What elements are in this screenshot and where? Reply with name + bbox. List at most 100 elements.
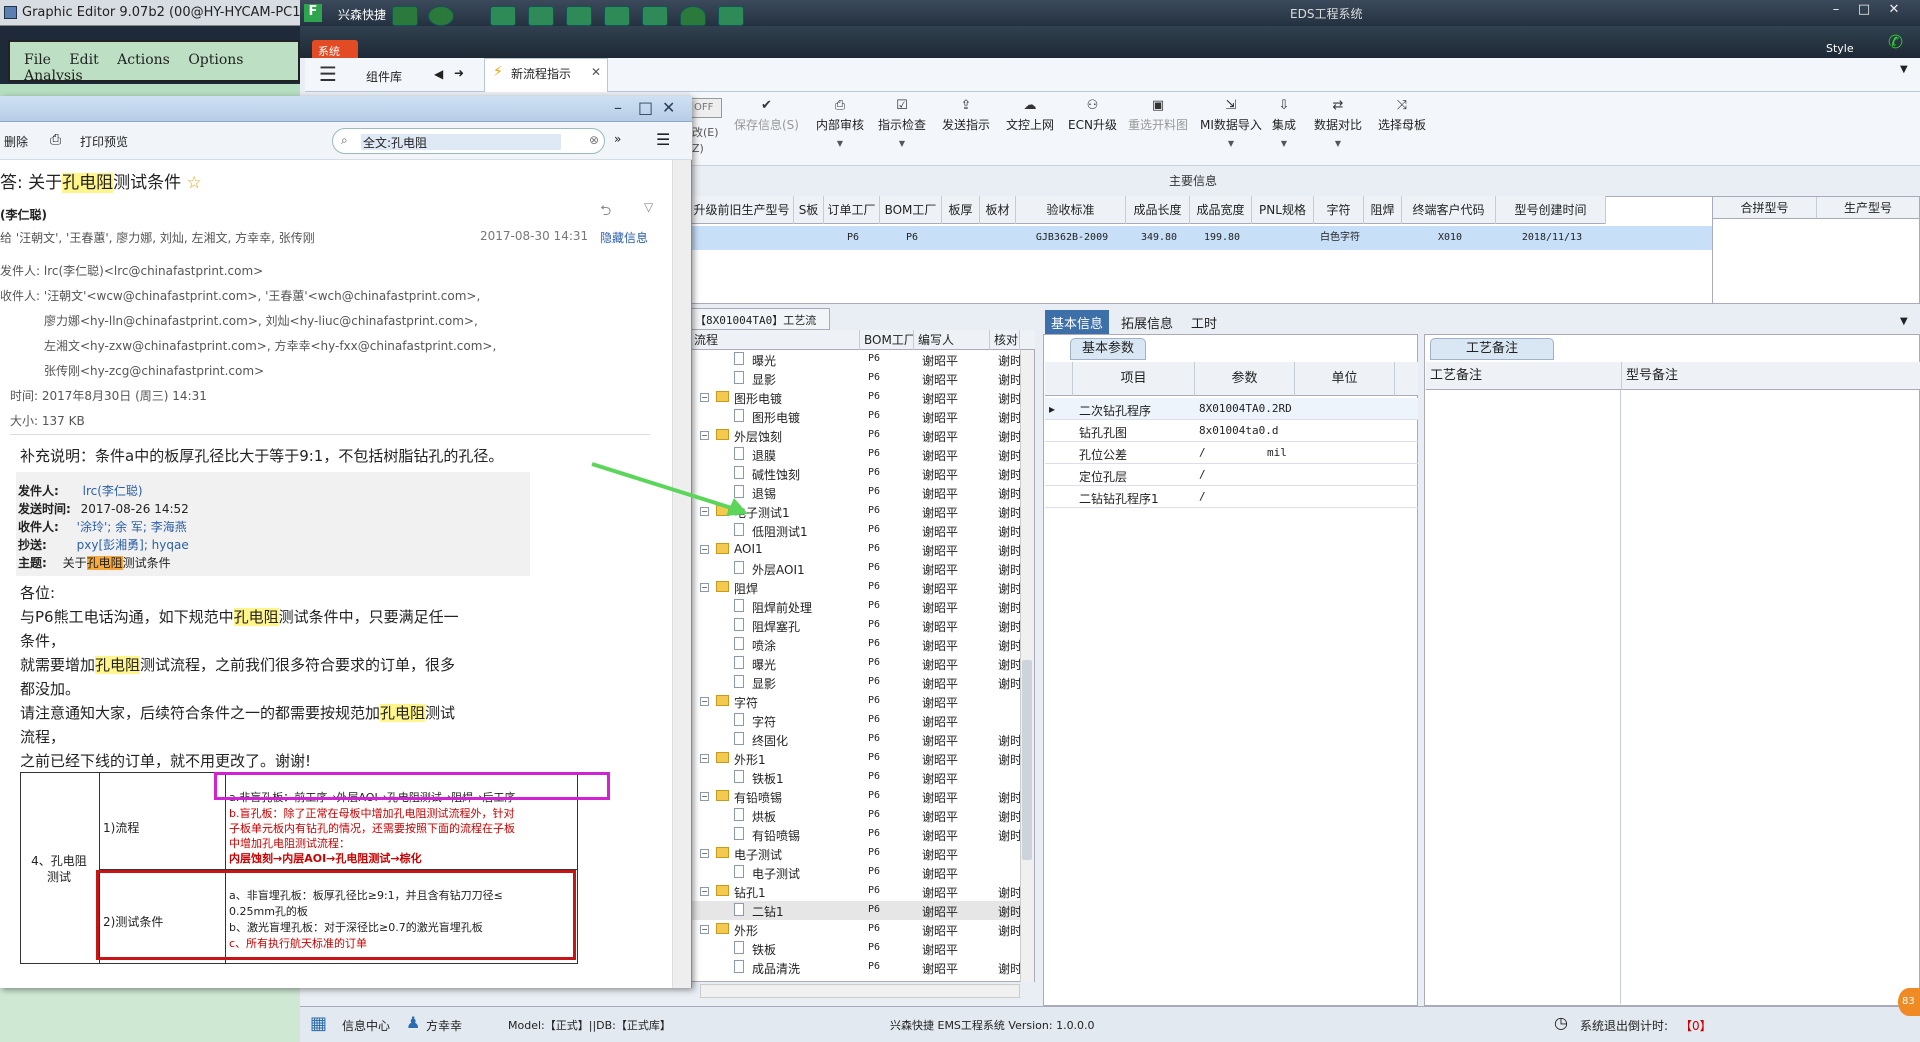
tree-node[interactable]: − 外层蚀刻 P6 谢昭平 谢时 <box>690 426 1022 445</box>
table-row[interactable]: 定位孔层 / <box>1045 464 1418 486</box>
toolbar-button[interactable]: ⎙ 内部审核 ▼ <box>816 92 864 162</box>
tree-node[interactable]: − 字符 P6 谢昭平 <box>690 692 1020 711</box>
tree-node[interactable]: 铁板 P6 谢昭平 <box>690 939 1020 958</box>
menu-actions[interactable]: Actions <box>117 52 170 68</box>
tree-node[interactable]: 成品清洗 P6 谢昭平 谢时 <box>690 958 1022 977</box>
tree-node[interactable]: − 阻焊 P6 谢昭平 谢时 <box>690 578 1022 597</box>
menu-analysis[interactable]: Analysis <box>24 68 83 84</box>
menu-edit[interactable]: Edit <box>69 52 98 68</box>
collapse-toggle[interactable]: − <box>700 545 709 554</box>
table-icon[interactable] <box>566 6 592 26</box>
system-tab[interactable]: 系统 <box>312 40 358 60</box>
toolbar-button[interactable]: ☁ 文控上网 <box>1006 92 1054 162</box>
toolbar-button[interactable]: ⇲ MI数据导入 ▼ <box>1200 92 1262 162</box>
quote-to[interactable]: '涂玲'; 余 军; 李海燕 <box>77 520 187 534</box>
grid-column-header[interactable]: 型号创建时间 <box>1496 196 1606 224</box>
toolbar-button[interactable]: ▣ 重选开料图 <box>1128 92 1188 162</box>
grid-column-header[interactable]: 订单工厂 <box>824 196 880 224</box>
windows-icon[interactable]: ▦ <box>310 1013 327 1034</box>
toolbar-button[interactable]: ✔ 保存信息(S) <box>734 92 799 162</box>
grid-column-header[interactable]: 升级前旧生产型号 <box>690 196 794 224</box>
collapse-toggle[interactable]: − <box>700 393 709 402</box>
delete-button[interactable]: 删除 <box>4 133 28 150</box>
tree-node[interactable]: − 外形 P6 谢昭平 谢时 <box>690 920 1022 939</box>
collapse-toggle[interactable]: − <box>700 925 709 934</box>
tree-node[interactable]: 二钻1 P6 谢昭平 谢时 <box>690 901 1022 920</box>
mail-search-box[interactable]: ⌕ 全文:孔电阻 ⊗ <box>332 128 605 154</box>
phone-icon[interactable]: ✆ <box>1888 32 1903 53</box>
star-icon[interactable]: ☆ <box>187 173 202 193</box>
tree-node[interactable]: − 钻孔1 P6 谢昭平 谢时 <box>690 882 1022 901</box>
collapse-toggle[interactable]: − <box>700 697 709 706</box>
dropdown-icon[interactable]: ▼ <box>1272 139 1296 148</box>
toolbar-button[interactable]: ⇩ 集成 ▼ <box>1272 92 1296 162</box>
collapse-toggle[interactable]: − <box>700 583 709 592</box>
tree-node[interactable]: 喷涂 P6 谢昭平 谢时 <box>690 635 1022 654</box>
tab-component-library[interactable]: 组件库 ◀ ➜ <box>350 60 470 90</box>
tab-craft-notes[interactable]: 工艺备注 <box>1430 338 1554 360</box>
tree-scroll-thumb[interactable] <box>1022 660 1032 860</box>
tree-node[interactable]: − AOI1 P6 谢昭平 谢时 <box>690 540 1022 559</box>
style-label[interactable]: Style <box>1826 42 1854 55</box>
collapse-toggle[interactable]: − <box>700 849 709 858</box>
tools-icon[interactable] <box>528 6 554 26</box>
tab-basic-params[interactable]: 基本参数 <box>1070 338 1146 360</box>
menu-options[interactable]: Options <box>188 52 243 68</box>
tree-node[interactable]: − 图形电镀 P6 谢昭平 谢时 <box>690 388 1022 407</box>
toolbar-button[interactable]: ⇄ 数据对比 ▼ <box>1314 92 1362 162</box>
grid-column-header[interactable]: 板材 <box>980 196 1016 224</box>
tree-node[interactable]: 外层AOI1 P6 谢昭平 谢时 <box>690 559 1022 578</box>
table-row[interactable]: 孔位公差 / mil <box>1045 442 1418 464</box>
print-icon[interactable]: ⎙ <box>50 132 61 148</box>
toolbar-button[interactable]: ⤨ 选择母板 <box>1378 92 1426 162</box>
arrow-left-icon[interactable]: ◀ <box>434 67 443 81</box>
param-value[interactable]: / <box>1199 446 1206 459</box>
tree-node[interactable]: 字符 P6 谢昭平 <box>690 711 1020 730</box>
mail-close-button[interactable]: ✕ <box>662 98 675 117</box>
mail-minimize-button[interactable]: – <box>614 98 622 117</box>
tree-node[interactable]: 曝光 P6 谢昭平 谢时 <box>690 350 1022 369</box>
tree-node[interactable]: 电子测试 P6 谢昭平 <box>690 863 1020 882</box>
grid-column-header[interactable]: 板厚 <box>942 196 980 224</box>
grid-column-header[interactable]: S板 <box>794 196 824 224</box>
reply-icon[interactable]: ⮌ <box>600 200 611 224</box>
tab-basic-info[interactable]: 基本信息 <box>1045 310 1110 334</box>
tree-node[interactable]: − 有铅喷锡 P6 谢昭平 谢时 <box>690 787 1022 806</box>
collapse-toggle[interactable]: − <box>700 792 709 801</box>
search-icon[interactable] <box>392 6 418 26</box>
arrow-right-icon[interactable]: ➜ <box>454 66 464 80</box>
quote-cc[interactable]: pxy[彭湘勇]; hyqae <box>77 538 189 552</box>
table-row[interactable]: 钻孔孔图 8x01004ta0.d <box>1045 420 1418 442</box>
clear-search-icon[interactable]: ⊗ <box>589 133 599 147</box>
dropdown-icon[interactable]: ▼ <box>816 139 864 148</box>
collapse-toggle[interactable]: − <box>700 754 709 763</box>
table-row[interactable]: P6 P6 GJB362B-2009 349.80 199.80 白色字符 X010 2018… <box>691 226 1714 250</box>
toolbar-button[interactable]: ☑ 指示检查 ▼ <box>878 92 926 162</box>
notification-badge[interactable]: 83 <box>1898 988 1920 1016</box>
grid-column-header[interactable]: BOM工厂 <box>880 196 942 224</box>
print-preview-button[interactable]: 打印预览 <box>80 133 128 150</box>
grid-column-header[interactable]: 成品长度 <box>1126 196 1190 224</box>
minimize-button[interactable]: – <box>1824 2 1848 20</box>
param-value[interactable]: 8x01004ta0.d <box>1199 424 1278 437</box>
dropdown-icon[interactable]: ▼ <box>1314 139 1362 148</box>
tree-node[interactable]: 显影 P6 谢昭平 谢时 <box>690 369 1022 388</box>
param-value[interactable]: 8X01004TA0.2RD <box>1199 402 1292 415</box>
mail-maximize-button[interactable]: □ <box>638 98 653 117</box>
param-value[interactable]: / <box>1199 468 1206 481</box>
toolbar-button[interactable]: ⇪ 发送指示 <box>942 92 990 162</box>
tree-node[interactable]: 曝光 P6 谢昭平 谢时 <box>690 654 1022 673</box>
mail-scrollbar[interactable] <box>672 160 691 988</box>
globe-icon[interactable] <box>428 6 454 26</box>
search-input[interactable]: 全文:孔电阻 <box>361 134 561 150</box>
toolbar-button[interactable]: ⚇ ECN升级 <box>1068 92 1117 162</box>
maximize-button[interactable]: □ <box>1852 2 1876 20</box>
table-row[interactable]: ▸ 二次钻孔程序 8X01004TA0.2RD <box>1045 398 1418 420</box>
more-dropdown-icon[interactable]: ▽ <box>644 200 653 214</box>
grid-icon[interactable] <box>490 6 516 26</box>
tree-node[interactable]: 铁板1 P6 谢昭平 <box>690 768 1020 787</box>
close-tab-icon[interactable]: ✕ <box>591 65 601 79</box>
quote-from[interactable]: lrc(李仁聪) <box>83 484 143 498</box>
tree-node[interactable]: 终固化 P6 谢昭平 谢时 <box>690 730 1022 749</box>
list-view-icon[interactable]: ☰ <box>656 130 670 149</box>
